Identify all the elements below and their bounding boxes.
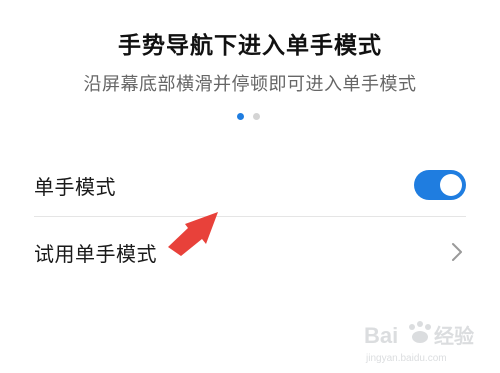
toggle-knob — [440, 174, 462, 196]
one-hand-mode-row[interactable]: 单手模式 — [34, 160, 466, 210]
baidu-jingyan-watermark: Bai 经验 jingyan.baidu.com — [364, 321, 474, 364]
page-dot-active[interactable] — [237, 113, 244, 120]
chevron-right-icon[interactable] — [448, 241, 466, 263]
divider — [34, 216, 466, 217]
page-subtitle: 沿屏幕底部横滑并停顿即可进入单手模式 — [83, 74, 417, 95]
try-one-hand-mode-label: 试用单手模式 — [34, 241, 157, 266]
page-title: 手势导航下进入单手模式 — [118, 33, 382, 59]
svg-text:Bai: Bai — [364, 323, 398, 348]
svg-text:jingyan.baidu.com: jingyan.baidu.com — [365, 353, 447, 364]
one-hand-mode-label: 单手模式 — [34, 174, 116, 199]
page-indicator — [237, 113, 260, 120]
svg-text:经验: 经验 — [434, 324, 474, 348]
page-dot[interactable] — [253, 113, 260, 120]
one-hand-mode-toggle[interactable] — [414, 170, 466, 200]
try-one-hand-mode-row[interactable]: 试用单手模式 — [34, 227, 466, 277]
settings-page: 手势导航下进入单手模式 沿屏幕底部横滑并停顿即可进入单手模式 单手模式 试用单手… — [0, 0, 500, 373]
red-arrow-icon — [168, 212, 218, 256]
